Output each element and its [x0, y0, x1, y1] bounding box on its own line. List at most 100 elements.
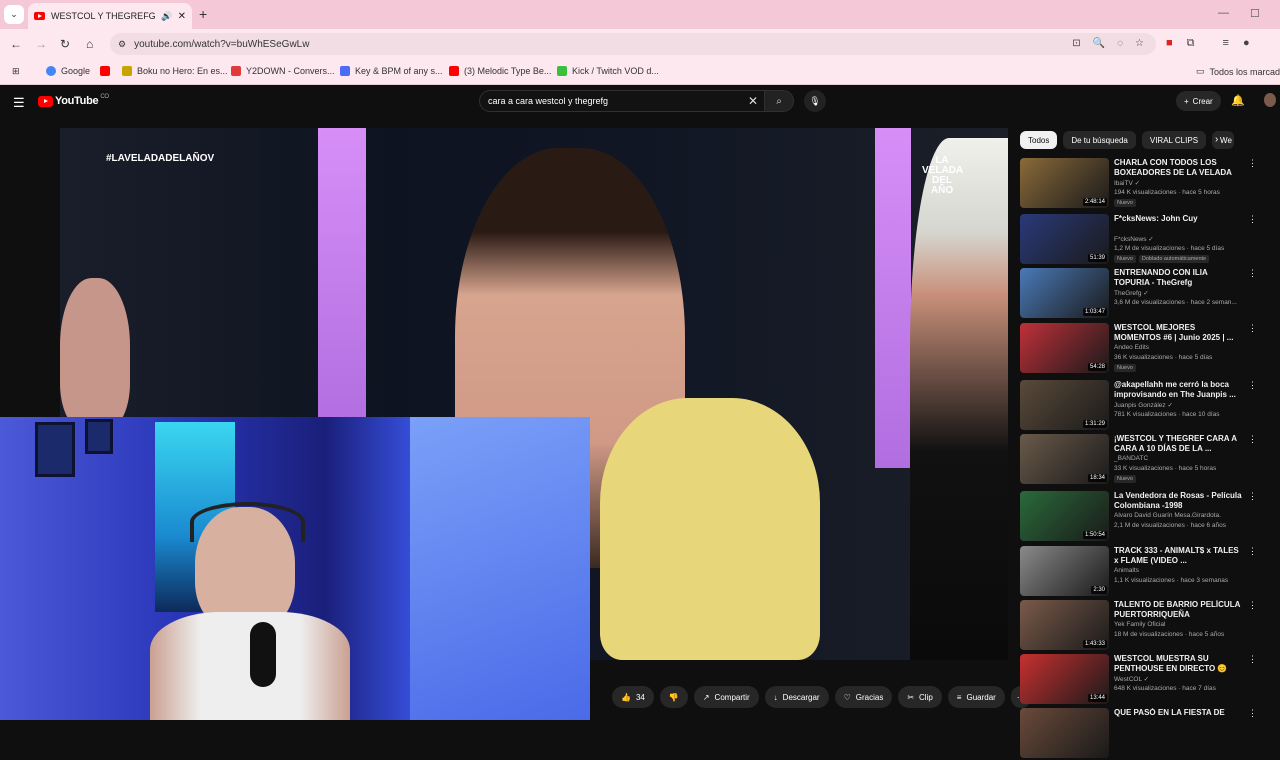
video-title[interactable]: WESTCOL MEJORES MOMENTOS #6 | Junio 2025…	[1114, 323, 1242, 343]
video-title[interactable]: @akapellahh me cerró la boca improvisand…	[1114, 380, 1242, 400]
video-title[interactable]: ¡WESTCOL Y THEGREF CARA A CARA A 10 DÍAS…	[1114, 434, 1242, 454]
recommended-video[interactable]: 54:28 WESTCOL MEJORES MOMENTOS #6 | Junio…	[1020, 323, 1260, 375]
video-title[interactable]: WESTCOL MUESTRA SU PENTHOUSE EN DIRECTO …	[1114, 654, 1242, 674]
more-vertical-icon[interactable]: ⋮	[1248, 380, 1257, 391]
video-thumbnail[interactable]: 1:43:33	[1020, 600, 1109, 650]
extension-red-icon[interactable]: ■	[1166, 37, 1173, 50]
thanks-button[interactable]: ♡ Gracias	[834, 686, 893, 708]
video-thumbnail[interactable]: 1:50:54	[1020, 491, 1109, 541]
more-vertical-icon[interactable]: ⋮	[1248, 214, 1257, 225]
bookmark-key-bpm[interactable]: Key & BPM of any s...	[340, 66, 443, 76]
bookmark-youtube[interactable]	[100, 66, 115, 76]
chip-todos[interactable]: Todos	[1020, 131, 1058, 149]
recommended-video[interactable]: 18:34 ¡WESTCOL Y THEGREF CARA A CARA A 10…	[1020, 434, 1260, 486]
channel-name[interactable]: Juanpis González ✓	[1114, 401, 1173, 409]
video-title[interactable]: La Vendedora de Rosas - Película Colombi…	[1114, 491, 1242, 511]
voice-search-button[interactable]: 🎙	[804, 90, 826, 112]
video-thumbnail[interactable]: 18:34	[1020, 434, 1109, 484]
video-thumbnail[interactable]: 54:28	[1020, 323, 1109, 373]
more-vertical-icon[interactable]: ⋮	[1248, 158, 1257, 169]
bookmark-google[interactable]: Google	[46, 66, 90, 76]
forward-icon[interactable]: →	[35, 37, 47, 51]
bookmark-star-icon[interactable]: ☆	[1135, 38, 1144, 49]
recommended-video[interactable]: 1:31:29 @akapellahh me cerró la boca impr…	[1020, 380, 1260, 432]
more-vertical-icon[interactable]: ⋮	[1248, 491, 1257, 502]
bookmark-melodic-type-beat[interactable]: (3) Melodic Type Be...	[449, 66, 551, 76]
video-thumbnail[interactable]	[1020, 708, 1109, 758]
menu-icon[interactable]: ☰	[13, 95, 25, 111]
back-icon[interactable]: ←	[10, 37, 22, 51]
site-info-icon[interactable]: ⚙	[118, 39, 126, 50]
recommended-video[interactable]: 2:48:14 CHARLA CON TODOS LOS BOXEADORES D…	[1020, 158, 1260, 210]
profile-avatar-icon[interactable]: ●	[1243, 37, 1250, 50]
apps-grid-icon[interactable]: ⊞	[12, 66, 20, 77]
video-thumbnail[interactable]: 2:48:14	[1020, 158, 1109, 208]
close-icon[interactable]: ✕	[178, 11, 186, 22]
video-title[interactable]: F*cksNews: John Cuy	[1114, 214, 1242, 224]
youtube-logo[interactable]: YouTube CO	[38, 94, 109, 107]
more-vertical-icon[interactable]: ⋮	[1248, 654, 1257, 665]
bookmark-kick-twitch[interactable]: Kick / Twitch VOD d...	[557, 66, 659, 76]
install-app-icon[interactable]: ⊡	[1072, 38, 1080, 49]
recommended-video[interactable]: 2:30 TRACK 333 - ANIMALT$ x TALES x FLAME…	[1020, 546, 1260, 598]
eye-off-icon[interactable]: ◌	[1117, 38, 1123, 49]
video-title[interactable]: QUE PASÓ EN LA FIESTA DE	[1114, 708, 1242, 718]
recommended-video[interactable]: 1:50:54 La Vendedora de Rosas - Película …	[1020, 491, 1260, 543]
video-thumbnail[interactable]: 1:03:47	[1020, 268, 1109, 318]
more-vertical-icon[interactable]: ⋮	[1248, 600, 1257, 611]
zoom-icon[interactable]: 🔍	[1093, 38, 1105, 49]
video-thumbnail[interactable]: 2:30	[1020, 546, 1109, 596]
dislike-button[interactable]: 👎	[659, 686, 688, 708]
channel-name[interactable]: WestCOL ✓	[1114, 675, 1149, 683]
search-input[interactable]: cara a cara westcol y thegrefg ✕	[479, 90, 764, 112]
like-button[interactable]: 👍 34	[612, 686, 654, 708]
search-button[interactable]: ⌕	[764, 90, 794, 112]
recommended-video[interactable]: 51:39 F*cksNews: John Cuy F*cksNews ✓ 1,2 M…	[1020, 214, 1260, 266]
recommended-video[interactable]: 1:03:47 ENTRENANDO CON ILIA TOPURIA - The…	[1020, 268, 1260, 320]
speaker-icon[interactable]: 🔊	[161, 11, 172, 22]
media-control-icon[interactable]: ≡	[1223, 37, 1229, 50]
channel-name[interactable]: Animalts	[1114, 567, 1139, 574]
channel-name[interactable]: TheGrefg ✓	[1114, 289, 1149, 297]
video-thumbnail[interactable]: 1:31:29	[1020, 380, 1109, 430]
channel-name[interactable]: IbaiTV ✓	[1114, 179, 1140, 187]
channel-name[interactable]: Andeo Edits	[1114, 344, 1149, 351]
clip-button[interactable]: ✂ Clip	[898, 686, 942, 708]
channel-name[interactable]: _BANDATC	[1114, 455, 1148, 462]
tab-search-button[interactable]: ⌄	[4, 5, 24, 24]
maximize-icon[interactable]: ☐	[1250, 7, 1260, 20]
video-thumbnail[interactable]: 51:39	[1020, 214, 1109, 264]
video-title[interactable]: ENTRENANDO CON ILIA TOPURIA - TheGrefg	[1114, 268, 1242, 288]
more-vertical-icon[interactable]: ⋮	[1248, 708, 1257, 719]
clear-search-icon[interactable]: ✕	[748, 94, 758, 108]
more-vertical-icon[interactable]: ⋮	[1248, 268, 1257, 279]
save-button[interactable]: ≡ Guardar	[947, 686, 1005, 708]
video-title[interactable]: TRACK 333 - ANIMALT$ x TALES x FLAME (VI…	[1114, 546, 1242, 566]
channel-name[interactable]: Yek Family Oficial	[1114, 621, 1165, 628]
notifications-bell-icon[interactable]: 🔔	[1231, 94, 1245, 107]
download-button[interactable]: ↓ Descargar	[764, 686, 829, 708]
chevron-right-icon[interactable]: ›	[1215, 134, 1218, 145]
all-bookmarks-folder[interactable]: ▭ Todos los marcad	[1196, 66, 1280, 77]
recommended-video[interactable]: 1:43:33 TALENTO DE BARRIO PELÍCULA PUERTO…	[1020, 600, 1260, 652]
reload-icon[interactable]: ↻	[60, 37, 70, 51]
extensions-puzzle-icon[interactable]: ⧉	[1187, 37, 1195, 50]
video-thumbnail[interactable]: 13:44	[1020, 654, 1109, 704]
more-vertical-icon[interactable]: ⋮	[1248, 323, 1257, 334]
account-avatar[interactable]	[1264, 93, 1276, 107]
channel-name[interactable]: F*cksNews ✓	[1114, 235, 1154, 243]
bookmark-y2down[interactable]: Y2DOWN - Convers...	[231, 66, 335, 76]
recommended-video[interactable]: QUE PASÓ EN LA FIESTA DE ⋮	[1020, 708, 1260, 760]
recommended-video[interactable]: 13:44 WESTCOL MUESTRA SU PENTHOUSE EN DIR…	[1020, 654, 1260, 706]
video-title[interactable]: CHARLA CON TODOS LOS BOXEADORES DE LA VE…	[1114, 158, 1242, 178]
chip-viral-clips[interactable]: VIRAL CLIPS	[1141, 131, 1207, 149]
new-tab-button[interactable]: +	[199, 6, 207, 22]
more-vertical-icon[interactable]: ⋮	[1248, 546, 1257, 557]
video-title[interactable]: TALENTO DE BARRIO PELÍCULA PUERTORRIQUEÑ…	[1114, 600, 1242, 620]
channel-name[interactable]: Alvaro David Guarín Mesa.Girardota.	[1114, 512, 1221, 519]
more-vertical-icon[interactable]: ⋮	[1248, 434, 1257, 445]
minimize-icon[interactable]: —	[1218, 7, 1229, 19]
home-icon[interactable]: ⌂	[86, 37, 93, 51]
browser-tab[interactable]: WESTCOL Y THEGREFG CAR 🔊 ✕	[28, 3, 192, 29]
share-button[interactable]: ↗ Compartir	[693, 686, 759, 708]
